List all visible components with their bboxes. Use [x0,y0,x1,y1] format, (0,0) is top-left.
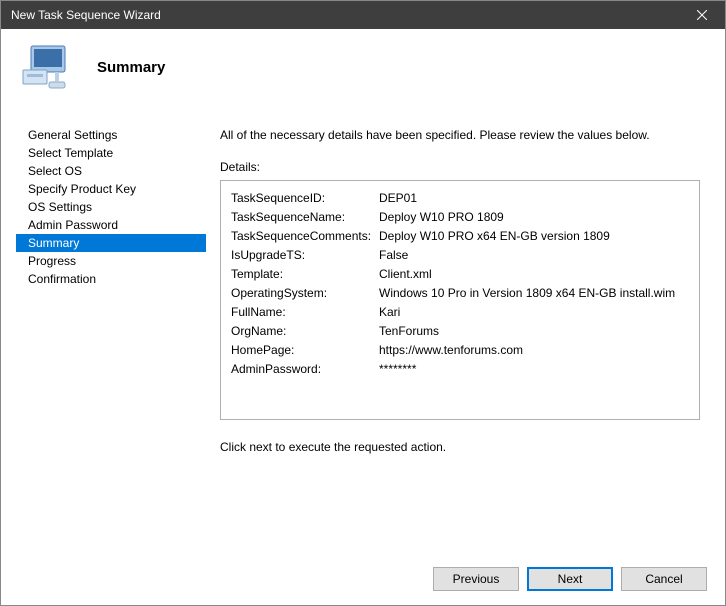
details-row: AdminPassword: ******** [231,360,689,379]
details-row: TaskSequenceName: Deploy W10 PRO 1809 [231,208,689,227]
details-value: ******** [379,360,689,379]
sidebar-item-general-settings[interactable]: General Settings [16,126,206,144]
details-value: Windows 10 Pro in Version 1809 x64 EN-GB… [379,284,689,303]
next-button[interactable]: Next [527,567,613,591]
details-key: Template: [231,265,379,284]
details-row: TaskSequenceID: DEP01 [231,189,689,208]
content-pane: All of the necessary details have been s… [216,120,710,555]
sidebar-item-progress[interactable]: Progress [16,252,206,270]
details-row: OperatingSystem: Windows 10 Pro in Versi… [231,284,689,303]
details-row: FullName: Kari [231,303,689,322]
details-key: TaskSequenceComments: [231,227,379,246]
page-title: Summary [97,59,165,76]
header-panel: Summary [1,29,725,110]
titlebar: New Task Sequence Wizard [1,1,725,29]
body-area: General Settings Select Template Select … [1,110,725,555]
details-row: HomePage: https://www.tenforums.com [231,341,689,360]
details-value: Client.xml [379,265,689,284]
sidebar-item-confirmation[interactable]: Confirmation [16,270,206,288]
details-key: AdminPassword: [231,360,379,379]
details-value: DEP01 [379,189,689,208]
details-label: Details: [220,160,700,174]
details-key: OperatingSystem: [231,284,379,303]
wizard-window: New Task Sequence Wizard Summary General… [0,0,726,606]
cancel-button[interactable]: Cancel [621,567,707,591]
details-value: TenForums [379,322,689,341]
details-value: Kari [379,303,689,322]
details-key: HomePage: [231,341,379,360]
details-box: TaskSequenceID: DEP01 TaskSequenceName: … [220,180,700,420]
details-row: IsUpgradeTS: False [231,246,689,265]
details-row: OrgName: TenForums [231,322,689,341]
sidebar-item-os-settings[interactable]: OS Settings [16,198,206,216]
sidebar-item-select-template[interactable]: Select Template [16,144,206,162]
details-value: https://www.tenforums.com [379,341,689,360]
details-row: TaskSequenceComments: Deploy W10 PRO x64… [231,227,689,246]
close-button[interactable] [679,1,725,29]
details-row: Template: Client.xml [231,265,689,284]
window-title: New Task Sequence Wizard [11,8,679,22]
sidebar: General Settings Select Template Select … [16,120,206,555]
instruction-text: All of the necessary details have been s… [220,128,700,142]
sidebar-item-select-os[interactable]: Select OS [16,162,206,180]
footer-note: Click next to execute the requested acti… [220,440,700,454]
sidebar-item-specify-product-key[interactable]: Specify Product Key [16,180,206,198]
details-value: Deploy W10 PRO x64 EN-GB version 1809 [379,227,689,246]
details-key: FullName: [231,303,379,322]
close-icon [697,10,707,20]
details-key: TaskSequenceName: [231,208,379,227]
sidebar-item-summary[interactable]: Summary [16,234,206,252]
previous-button[interactable]: Previous [433,567,519,591]
details-value: Deploy W10 PRO 1809 [379,208,689,227]
details-key: OrgName: [231,322,379,341]
details-value: False [379,246,689,265]
details-key: TaskSequenceID: [231,189,379,208]
button-bar: Previous Next Cancel [1,555,725,605]
sidebar-item-admin-password[interactable]: Admin Password [16,216,206,234]
details-key: IsUpgradeTS: [231,246,379,265]
computer-icon [21,44,75,90]
